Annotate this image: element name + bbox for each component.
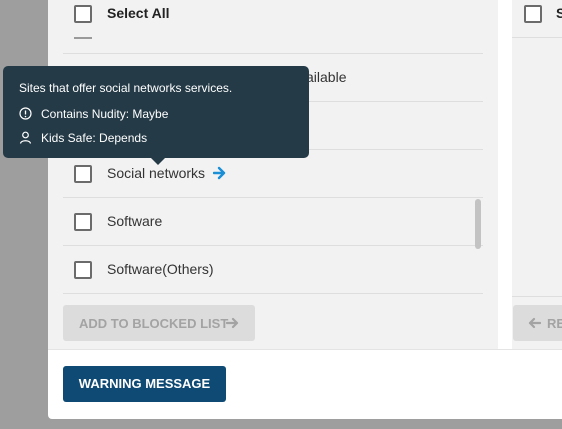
tooltip-pointer [151,158,165,165]
category-tooltip: Sites that offer social networks service… [3,66,309,165]
available-list-panel: Select All ailable Social networks Softw… [48,0,498,349]
list-item-label: Software(Others) [107,261,214,277]
list-item[interactable] [63,30,483,54]
arrow-right-icon[interactable] [213,163,227,183]
divider [512,37,562,38]
select-all-row[interactable]: Select All [48,0,498,30]
arrow-left-icon [528,317,541,329]
list-item-software[interactable]: Software [63,198,483,246]
arrow-right-icon [226,317,239,329]
blocked-select-all-label: S [556,5,562,21]
add-button-label: ADD TO BLOCKED LIST [79,316,229,331]
scrollbar-thumb[interactable] [475,199,481,249]
select-all-checkbox[interactable] [74,5,92,23]
list-item-label: ailable [306,69,347,85]
tooltip-nudity-text: Contains Nudity: Maybe [41,107,169,121]
tooltip-description: Sites that offer social networks service… [19,81,233,95]
remove-from-blocked-button[interactable]: RE [513,305,562,341]
list-item-label: Software [107,213,163,229]
footer-divider [48,349,562,350]
list-item-checkbox[interactable] [74,213,92,231]
panel-gap [498,0,512,349]
info-circle-icon [19,107,32,120]
select-all-label: Select All [107,5,170,21]
divider [512,296,562,297]
list-item-software-others[interactable]: Software(Others) [63,246,483,294]
blocked-list-modal: Select All ailable Social networks Softw… [48,0,562,419]
blocked-select-all-checkbox[interactable] [524,5,542,23]
warning-message-button[interactable]: WARNING MESSAGE [63,366,226,402]
list-item-checkbox[interactable] [74,261,92,279]
list-item-checkbox[interactable] [74,165,92,183]
tooltip-kids-text: Kids Safe: Depends [41,131,148,145]
add-to-blocked-list-button[interactable]: ADD TO BLOCKED LIST [63,305,255,341]
list-item-label: Social networks [107,165,206,181]
remove-button-label: RE [547,316,562,331]
user-icon [19,131,32,144]
